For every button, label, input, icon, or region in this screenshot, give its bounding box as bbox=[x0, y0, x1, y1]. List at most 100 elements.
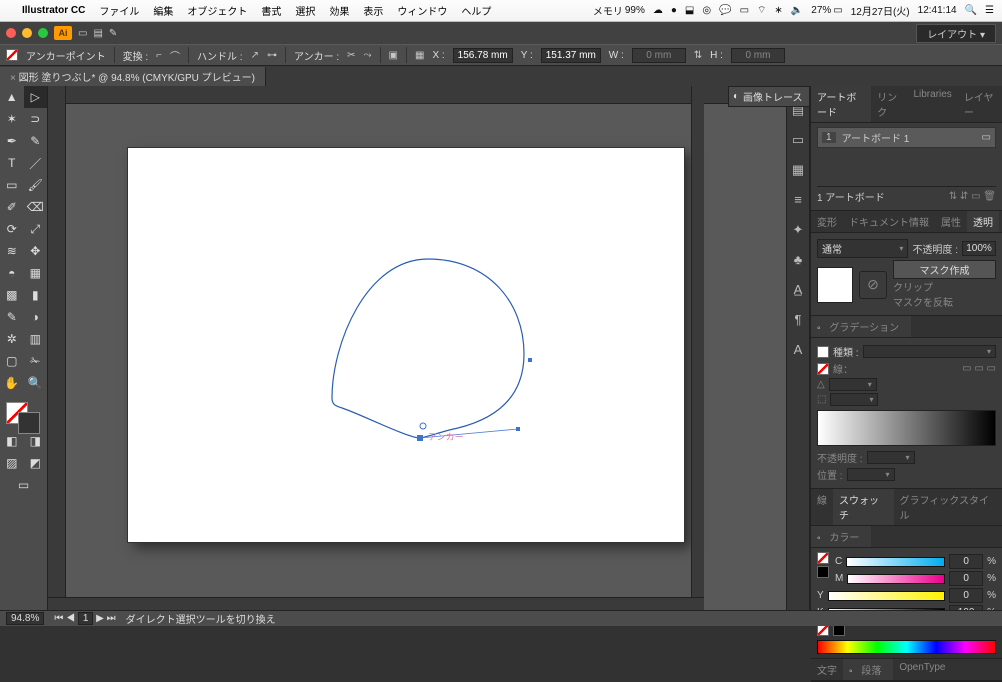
blend-mode-select[interactable]: 通常 bbox=[817, 239, 908, 258]
type-tool[interactable]: T bbox=[0, 152, 24, 174]
tab-links[interactable]: リンク bbox=[871, 86, 907, 122]
tab-attributes[interactable]: 属性 bbox=[935, 211, 967, 232]
window-minimize-button[interactable] bbox=[22, 28, 32, 38]
y-field[interactable]: 151.37 mm bbox=[541, 48, 601, 63]
color-spectrum[interactable] bbox=[817, 640, 996, 654]
menu-edit[interactable]: 編集 bbox=[153, 3, 173, 18]
stroke-gradient-icon[interactable]: ▭ ▭ ▭ bbox=[962, 363, 996, 374]
menu-select[interactable]: 選択 bbox=[295, 3, 315, 18]
tab-gradient[interactable]: ◦ グラデーション bbox=[811, 316, 911, 337]
stop-position-field[interactable] bbox=[847, 468, 895, 481]
magenta-field[interactable]: 0 bbox=[949, 571, 983, 586]
fill-stroke-swatch[interactable] bbox=[0, 394, 47, 430]
curvature-tool[interactable]: ✎ bbox=[24, 130, 48, 152]
mask-clip-check[interactable]: クリップ bbox=[893, 279, 996, 294]
tab-color[interactable]: ◦ カラー bbox=[811, 526, 871, 547]
menu-type[interactable]: 書式 bbox=[261, 3, 281, 18]
menu-effect[interactable]: 効果 bbox=[329, 3, 349, 18]
w-field[interactable]: 0 mm bbox=[632, 48, 686, 63]
bluetooth-icon[interactable]: ∗ bbox=[774, 5, 782, 16]
draw-mode-icon[interactable]: ◩ bbox=[24, 452, 48, 474]
menu-object[interactable]: オブジェクト bbox=[187, 3, 247, 18]
menu-help[interactable]: ヘルプ bbox=[461, 3, 491, 18]
handle-hide-icon[interactable]: ⊶ bbox=[267, 50, 277, 61]
topbar-icon[interactable]: ▤ bbox=[93, 28, 102, 39]
lasso-tool[interactable]: ⊃ bbox=[24, 108, 48, 130]
panel-icon[interactable]: A̲ bbox=[794, 282, 803, 300]
pen-tool[interactable]: ✒ bbox=[0, 130, 24, 152]
rotate-tool[interactable]: ⟳ bbox=[0, 218, 24, 240]
mask-link-icon[interactable]: ⊘ bbox=[859, 271, 887, 299]
gradient-swatch[interactable] bbox=[817, 346, 829, 358]
artboard-tool[interactable]: ▢ bbox=[0, 350, 24, 372]
horizontal-scrollbar[interactable] bbox=[48, 597, 704, 610]
tab-transform[interactable]: 変形 bbox=[811, 211, 843, 232]
tab-swatches[interactable]: スウォッチ bbox=[833, 489, 894, 525]
sync-icon[interactable]: ◎ bbox=[702, 5, 711, 16]
tab-paragraph[interactable]: ◦ 段落 bbox=[843, 659, 893, 680]
artboard[interactable]: アンカー bbox=[128, 148, 684, 542]
zoom-tool[interactable]: 🔍 bbox=[24, 372, 48, 394]
tab-graphic-styles[interactable]: グラフィックスタイル bbox=[894, 489, 1002, 525]
symbol-sprayer-tool[interactable]: ✲ bbox=[0, 328, 24, 350]
battery-indicator[interactable]: 27% ▭ bbox=[811, 5, 842, 16]
free-transform-tool[interactable]: ✥ bbox=[24, 240, 48, 262]
shape-builder-tool[interactable]: ◓ bbox=[0, 262, 24, 284]
tab-docinfo[interactable]: ドキュメント情報 bbox=[843, 211, 935, 232]
panel-icon[interactable]: ≡ bbox=[794, 192, 802, 210]
path-shape[interactable] bbox=[328, 258, 548, 458]
fill-swatch-none[interactable] bbox=[6, 49, 18, 61]
volume-icon[interactable]: 🔈 bbox=[791, 5, 803, 16]
hand-tool[interactable]: ✋ bbox=[0, 372, 24, 394]
ruler-horizontal[interactable] bbox=[66, 86, 786, 104]
menubar-date[interactable]: 12月27日(火) bbox=[851, 3, 910, 18]
document-tab[interactable]: × 図形 塗りつぶし* @ 94.8% (CMYK/GPU プレビュー) bbox=[0, 67, 266, 86]
color-stroke-swatch[interactable] bbox=[817, 566, 829, 578]
isolate-icon[interactable]: ▣ bbox=[389, 50, 398, 61]
eraser-tool[interactable]: ⌫ bbox=[24, 196, 48, 218]
tab-stroke[interactable]: 線 bbox=[811, 489, 833, 525]
search-icon[interactable]: 🔍 bbox=[965, 5, 977, 16]
gradient-tool[interactable]: ▮ bbox=[24, 284, 48, 306]
magenta-slider[interactable] bbox=[847, 574, 945, 584]
status-icon[interactable]: ☁︎ bbox=[653, 5, 663, 16]
color-fill-swatch[interactable] bbox=[817, 552, 829, 564]
width-tool[interactable]: ≋ bbox=[0, 240, 24, 262]
handle-show-icon[interactable]: ↗ bbox=[251, 50, 259, 61]
topbar-icon[interactable]: ▭ bbox=[78, 28, 87, 39]
menu-window[interactable]: ウィンドウ bbox=[397, 3, 447, 18]
make-mask-button[interactable]: マスク作成 bbox=[893, 260, 996, 279]
convert-corner-icon[interactable]: ⌐ bbox=[156, 50, 162, 61]
tab-opentype[interactable]: OpenType bbox=[893, 659, 951, 680]
magic-wand-tool[interactable]: ✶ bbox=[0, 108, 24, 130]
panel-icon[interactable]: ♣ bbox=[794, 252, 803, 270]
tab-layers[interactable]: レイヤー bbox=[958, 86, 1002, 122]
slice-tool[interactable]: ✁ bbox=[24, 350, 48, 372]
graph-tool[interactable]: ▥ bbox=[24, 328, 48, 350]
display-icon[interactable]: ▭ bbox=[740, 5, 749, 16]
dropbox-icon[interactable]: ⬓ bbox=[685, 5, 694, 16]
gradient-type-select[interactable] bbox=[863, 345, 996, 358]
line-tool[interactable]: ／ bbox=[24, 152, 48, 174]
tab-character[interactable]: 文字 bbox=[811, 659, 843, 680]
panel-icon[interactable]: ▦ bbox=[792, 162, 804, 180]
menubar-time[interactable]: 12:41:14 bbox=[918, 5, 957, 16]
blend-tool[interactable]: ◑ bbox=[24, 306, 48, 328]
artboard-options-icon[interactable]: ▭ bbox=[982, 132, 991, 143]
app-name[interactable]: Illustrator CC bbox=[22, 5, 85, 16]
screen-mode-icon[interactable]: ▭ bbox=[0, 474, 47, 496]
cyan-slider[interactable] bbox=[846, 557, 945, 567]
vertical-scrollbar[interactable] bbox=[691, 86, 704, 597]
artboard-list-row[interactable]: 1 アートボード 1 ▭ bbox=[817, 127, 996, 148]
direct-selection-tool[interactable]: ▷ bbox=[24, 86, 48, 108]
rectangle-tool[interactable]: ▭ bbox=[0, 174, 24, 196]
selection-tool[interactable]: ▲ bbox=[0, 86, 24, 108]
wifi-icon[interactable]: ⌔ bbox=[757, 4, 766, 17]
topbar-icon[interactable]: ✎ bbox=[109, 28, 117, 39]
none-mode-icon[interactable]: ▨ bbox=[0, 452, 24, 474]
line-icon[interactable]: 💬 bbox=[719, 5, 731, 16]
tab-transparency[interactable]: 透明 bbox=[967, 211, 999, 232]
link-wh-icon[interactable]: ⇅ bbox=[694, 50, 702, 61]
panel-icon[interactable]: ¶ bbox=[795, 312, 802, 330]
menu-icon[interactable]: ☰ bbox=[985, 5, 994, 16]
